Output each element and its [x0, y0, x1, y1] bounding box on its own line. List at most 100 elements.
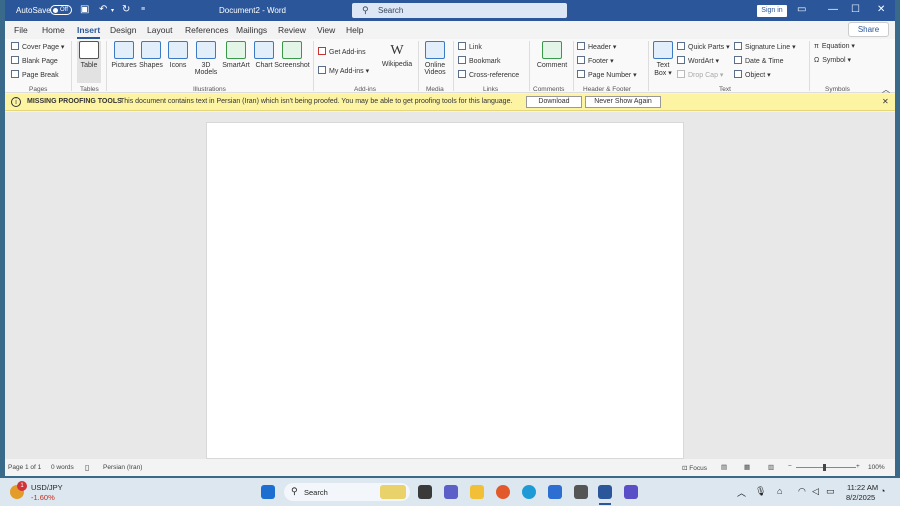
- tab-layout[interactable]: Layout: [147, 25, 173, 35]
- screenshot-button[interactable]: Screenshot: [274, 41, 310, 69]
- wikipedia-button[interactable]: W Wikipedia: [380, 41, 414, 68]
- online-videos-button[interactable]: Online Videos: [421, 41, 449, 76]
- group-label-symbols: Symbols: [825, 86, 850, 93]
- tab-insert[interactable]: Insert: [77, 25, 101, 39]
- tab-home[interactable]: Home: [42, 25, 65, 35]
- cross-reference-button[interactable]: Cross-reference: [458, 70, 519, 79]
- ticker-name[interactable]: USD/JPY: [31, 483, 63, 492]
- file-explorer-icon[interactable]: [470, 485, 484, 499]
- 3d-models-button[interactable]: 3D Models: [192, 41, 220, 76]
- close-icon[interactable]: ✕: [877, 4, 885, 15]
- zoom-out-icon[interactable]: −: [788, 463, 792, 470]
- maximize-icon[interactable]: ☐: [851, 4, 860, 15]
- zoom-slider[interactable]: [796, 467, 856, 468]
- pictures-button[interactable]: Pictures: [111, 41, 137, 69]
- autosave-toggle[interactable]: Off: [50, 5, 72, 15]
- undo-dropdown-icon[interactable]: ▾: [111, 7, 114, 14]
- cover-page-button[interactable]: Cover Page ▾: [11, 42, 64, 51]
- download-button[interactable]: Download: [526, 96, 582, 108]
- web-layout-icon[interactable]: ▥: [768, 463, 774, 471]
- never-show-again-button[interactable]: Never Show Again: [585, 96, 661, 108]
- date-time-button[interactable]: Date & Time: [734, 56, 784, 65]
- word-icon[interactable]: [598, 485, 612, 499]
- bookmark-button[interactable]: Bookmark: [458, 56, 501, 65]
- windows-start-icon[interactable]: [261, 485, 275, 499]
- page-break-button[interactable]: Page Break: [11, 70, 59, 79]
- group-label-header-footer: Header & Footer: [583, 86, 632, 93]
- page-number-icon: [577, 70, 585, 78]
- clock-time[interactable]: 11:22 AM: [847, 483, 878, 492]
- equation-button[interactable]: π Equation ▾: [814, 42, 855, 50]
- tab-file[interactable]: File: [14, 25, 28, 35]
- focus-button[interactable]: ⊡ Focus: [682, 464, 707, 472]
- save-icon[interactable]: ▣: [80, 4, 89, 15]
- chart-button[interactable]: Chart: [253, 41, 275, 69]
- chevron-up-icon[interactable]: ︿: [737, 486, 746, 499]
- ticker-change[interactable]: -1.60%: [31, 493, 55, 502]
- tab-mailings[interactable]: Mailings: [236, 25, 267, 35]
- search-box[interactable]: ⚲ Search: [352, 3, 567, 18]
- teams-icon[interactable]: [444, 485, 458, 499]
- page-number-button[interactable]: Page Number ▾: [577, 70, 637, 79]
- taskbar-search[interactable]: ⚲ Search: [284, 483, 410, 501]
- dismiss-icon[interactable]: ✕: [882, 97, 889, 106]
- link-button[interactable]: Link: [458, 42, 482, 51]
- speaker-icon[interactable]: ◁: [812, 486, 819, 497]
- document-page[interactable]: [206, 122, 684, 459]
- signature-line-button[interactable]: Signature Line ▾: [734, 42, 796, 51]
- zoom-slider-thumb[interactable]: [823, 464, 826, 471]
- zoom-level[interactable]: 100%: [868, 464, 885, 471]
- symbol-button[interactable]: Ω Symbol ▾: [814, 56, 851, 64]
- text-box-button[interactable]: Text Box ▾: [652, 41, 674, 77]
- task-view-icon[interactable]: [418, 485, 432, 499]
- wifi-icon[interactable]: ◠: [798, 486, 806, 497]
- read-mode-icon[interactable]: ▤: [721, 463, 727, 471]
- print-layout-icon[interactable]: ▦: [744, 463, 750, 471]
- shapes-button[interactable]: Shapes: [138, 41, 164, 69]
- app-icon[interactable]: [624, 485, 638, 499]
- store-icon[interactable]: [548, 485, 562, 499]
- ribbon: Cover Page ▾ Blank Page Page Break Pages…: [5, 39, 895, 94]
- comment-button[interactable]: Comment: [534, 41, 570, 69]
- notification-center-icon[interactable]: ◔: [880, 486, 885, 496]
- tab-references[interactable]: References: [185, 25, 228, 35]
- minimize-icon[interactable]: —: [828, 4, 838, 15]
- wordart-button[interactable]: WordArt ▾: [677, 56, 719, 65]
- icons-button[interactable]: Icons: [166, 41, 190, 69]
- firefox-icon[interactable]: [496, 485, 510, 499]
- word-count[interactable]: 0 words: [51, 464, 74, 471]
- table-button[interactable]: Table: [77, 41, 101, 83]
- ribbon-display-icon[interactable]: ▭: [797, 4, 806, 15]
- blank-page-button[interactable]: Blank Page: [11, 56, 58, 65]
- clock-date[interactable]: 8/2/2025: [846, 493, 875, 502]
- quick-parts-button[interactable]: Quick Parts ▾: [677, 42, 730, 51]
- object-button[interactable]: Object ▾: [734, 70, 771, 79]
- tab-view[interactable]: View: [317, 25, 335, 35]
- header-button[interactable]: Header ▾: [577, 42, 616, 51]
- undo-icon[interactable]: ↶: [99, 4, 107, 15]
- sign-in-button[interactable]: Sign in: [757, 5, 787, 17]
- language-status[interactable]: Persian (Iran): [103, 464, 142, 471]
- microphone-icon[interactable]: 🎙: [755, 486, 766, 497]
- customize-qat-icon[interactable]: ≡: [141, 6, 145, 13]
- battery-icon[interactable]: ▭: [826, 486, 835, 497]
- page-break-label: Page Break: [22, 72, 59, 79]
- get-addins-button[interactable]: Get Add-ins: [318, 47, 366, 56]
- share-button[interactable]: Share: [848, 22, 889, 37]
- app-icon[interactable]: [574, 485, 588, 499]
- page-count[interactable]: Page 1 of 1: [8, 464, 41, 471]
- edge-icon[interactable]: [522, 485, 536, 499]
- tab-design[interactable]: Design: [110, 25, 136, 35]
- search-placeholder: Search: [378, 6, 404, 15]
- footer-button[interactable]: Footer ▾: [577, 56, 614, 65]
- tab-review[interactable]: Review: [278, 25, 306, 35]
- tab-help[interactable]: Help: [346, 25, 363, 35]
- zoom-in-icon[interactable]: +: [856, 463, 860, 470]
- redo-icon[interactable]: ↻: [122, 4, 130, 15]
- link-icon: [458, 42, 466, 50]
- tray-icon[interactable]: ⌂: [777, 486, 782, 496]
- divider: [313, 41, 314, 91]
- my-addins-button[interactable]: My Add-ins ▾: [318, 66, 369, 75]
- smartart-button[interactable]: SmartArt: [221, 41, 251, 69]
- proofing-icon[interactable]: ▯: [85, 463, 89, 472]
